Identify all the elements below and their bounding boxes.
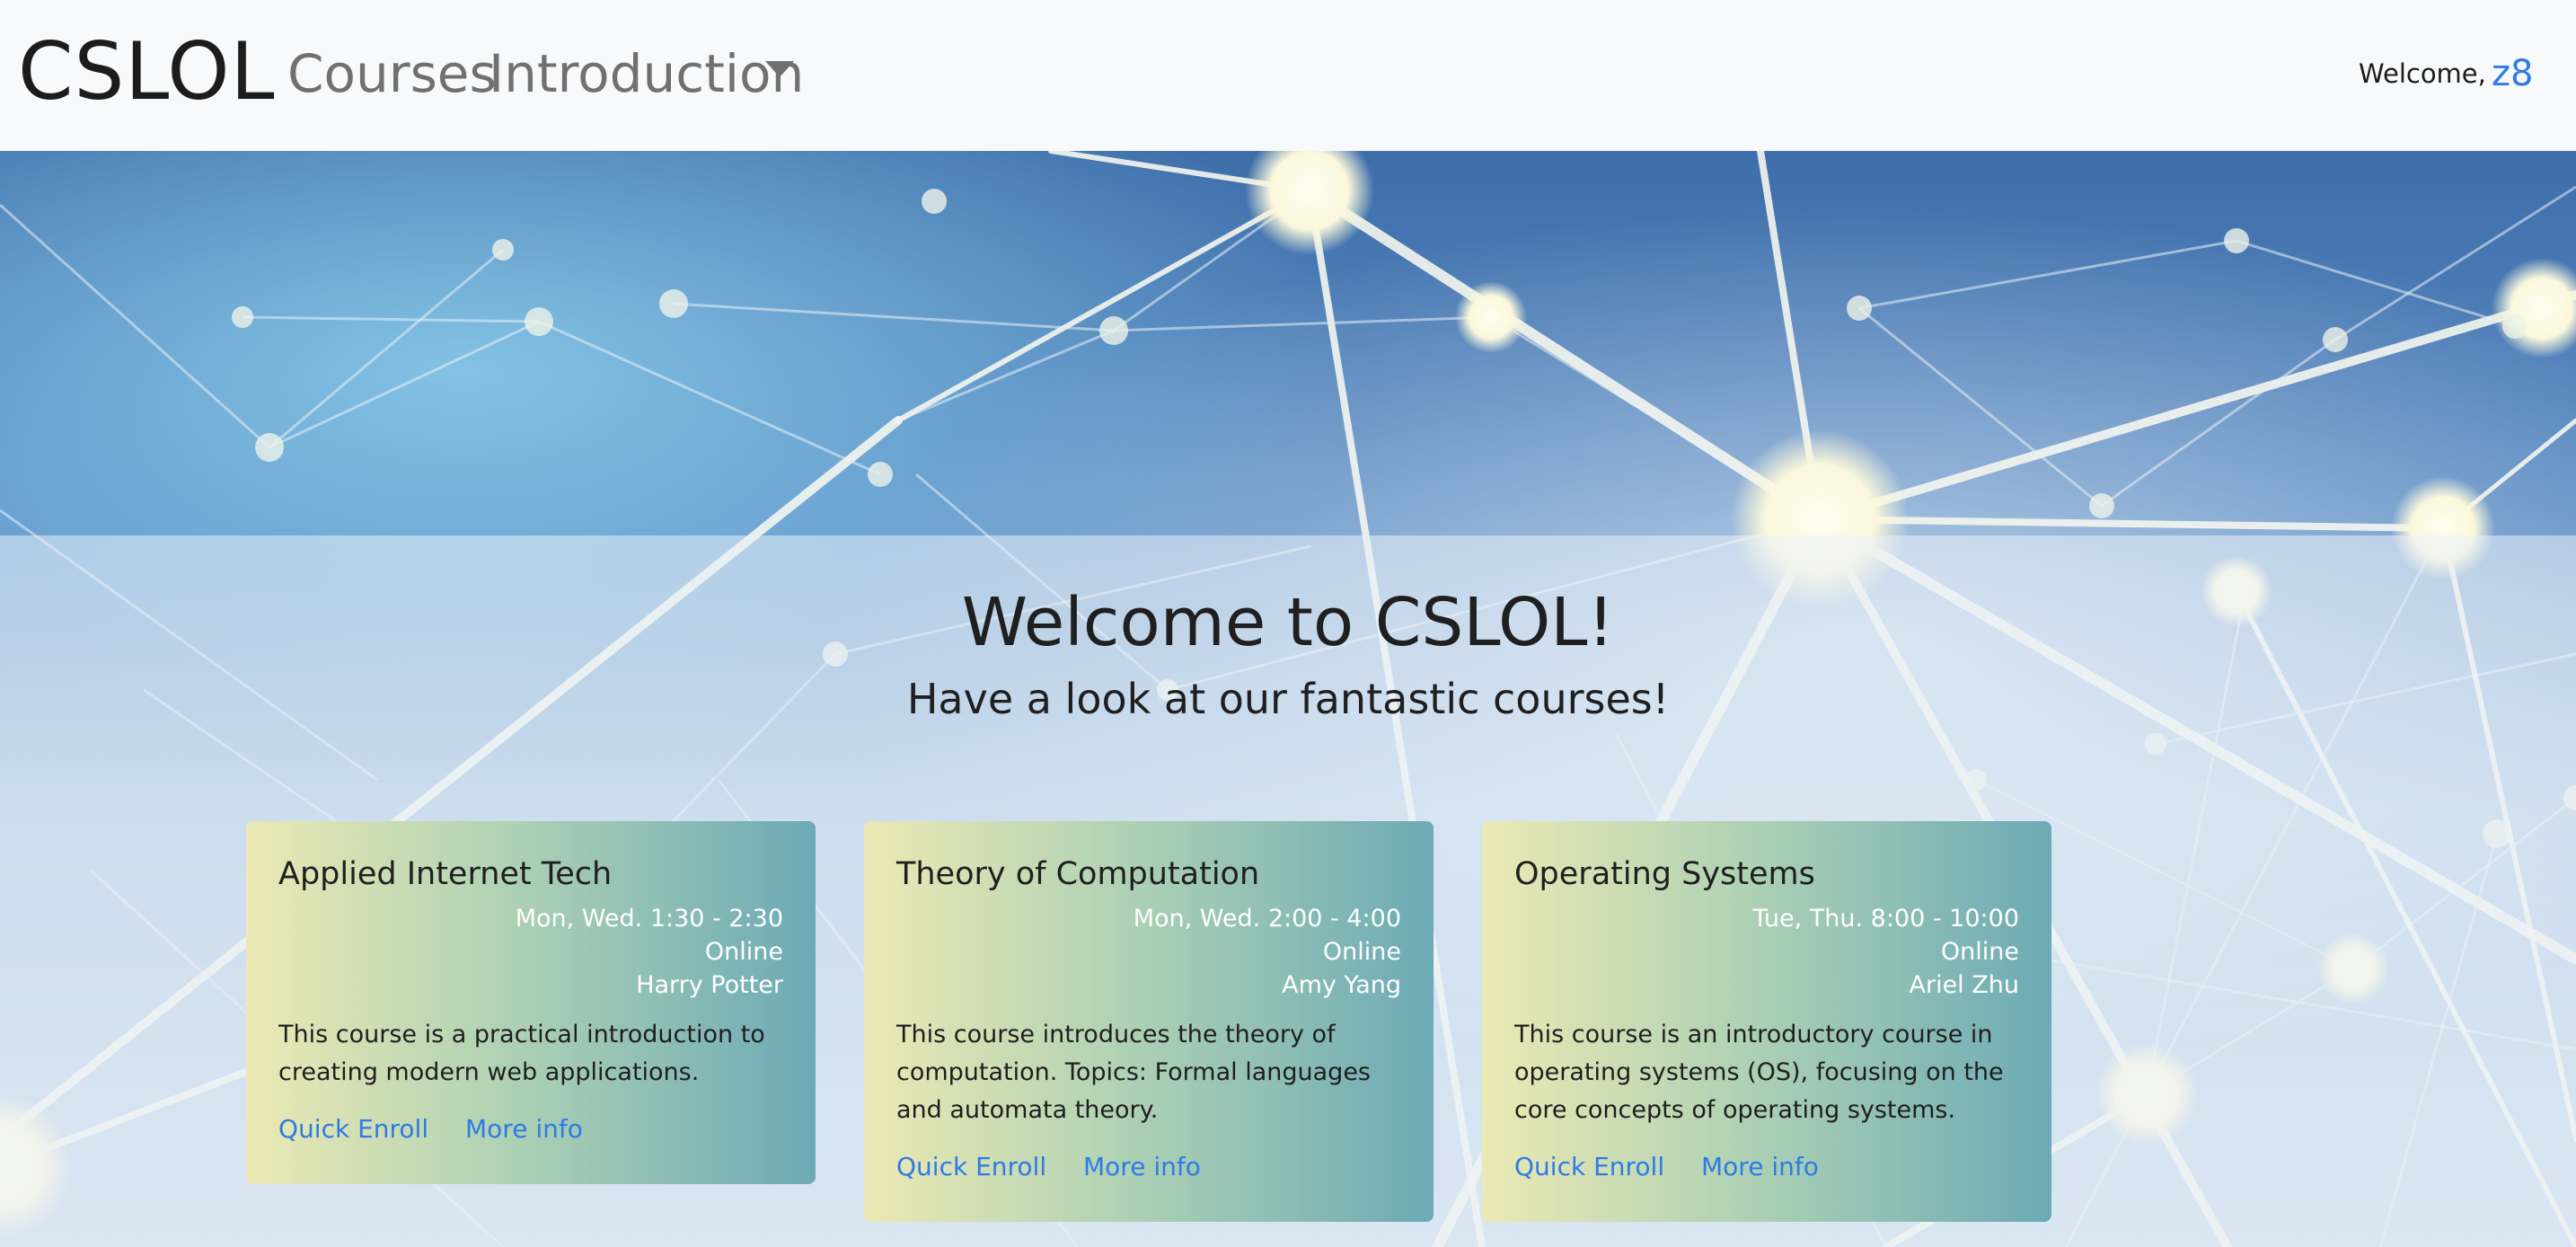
course-description: This course introduces the theory of com… — [896, 1021, 1372, 1124]
nav-dropdown-introduction[interactable]: Introduction — [489, 40, 804, 108]
course-instructor: Harry Potter — [636, 971, 783, 999]
course-location: Online — [1322, 938, 1401, 966]
course-title: Applied Internet Tech — [278, 856, 613, 892]
course-instructor: Ariel Zhu — [1909, 971, 2020, 999]
more-info-link[interactable]: More info — [1083, 1152, 1201, 1181]
course-location: Online — [704, 938, 783, 966]
course-actions: Quick Enroll More info — [278, 1111, 783, 1147]
course-description: This course is a practical introduction … — [278, 1021, 765, 1086]
page-title: Welcome to CSLOL! — [961, 584, 1615, 661]
quick-enroll-link[interactable]: Quick Enroll — [896, 1152, 1046, 1181]
course-instructor: Amy Yang — [1282, 971, 1401, 999]
course-actions: Quick Enroll More info — [896, 1149, 1401, 1185]
course-location: Online — [1940, 938, 2019, 966]
course-schedule: Mon, Wed. 2:00 - 4:00 — [1133, 905, 1401, 933]
quick-enroll-link[interactable]: Quick Enroll — [1514, 1152, 1664, 1181]
course-description: This course is an introductory course in… — [1514, 1021, 2004, 1124]
course-schedule: Mon, Wed. 1:30 - 2:30 — [515, 905, 783, 933]
user-profile-link[interactable]: z8 — [2492, 49, 2533, 99]
course-title: Operating Systems — [1514, 856, 1815, 892]
course-card-operating-systems: Operating Systems Tue, Thu. 8:00 - 10:00… — [1482, 821, 2051, 1222]
course-schedule: Tue, Thu. 8:00 - 10:00 — [1752, 905, 2019, 933]
nav-link-courses[interactable]: Courses — [287, 40, 497, 108]
page-subtitle: Have a look at our fantastic courses! — [906, 675, 1670, 723]
course-title: Theory of Computation — [896, 856, 1260, 892]
course-card-theory-of-computation: Theory of Computation Mon, Wed. 2:00 - 4… — [864, 821, 1434, 1222]
brand-logo[interactable]: CSLOL — [18, 27, 276, 117]
more-info-link[interactable]: More info — [1701, 1152, 1819, 1181]
caret-down-icon[interactable] — [765, 61, 794, 77]
top-navbar: CSLOL Courses Introduction Welcome, z8 — [0, 0, 2576, 151]
welcome-label: Welcome, — [2359, 58, 2486, 89]
course-actions: Quick Enroll More info — [1514, 1149, 2019, 1185]
quick-enroll-link[interactable]: Quick Enroll — [278, 1114, 428, 1144]
course-card-applied-internet-tech: Applied Internet Tech Mon, Wed. 1:30 - 2… — [246, 821, 816, 1184]
more-info-link[interactable]: More info — [465, 1114, 583, 1144]
